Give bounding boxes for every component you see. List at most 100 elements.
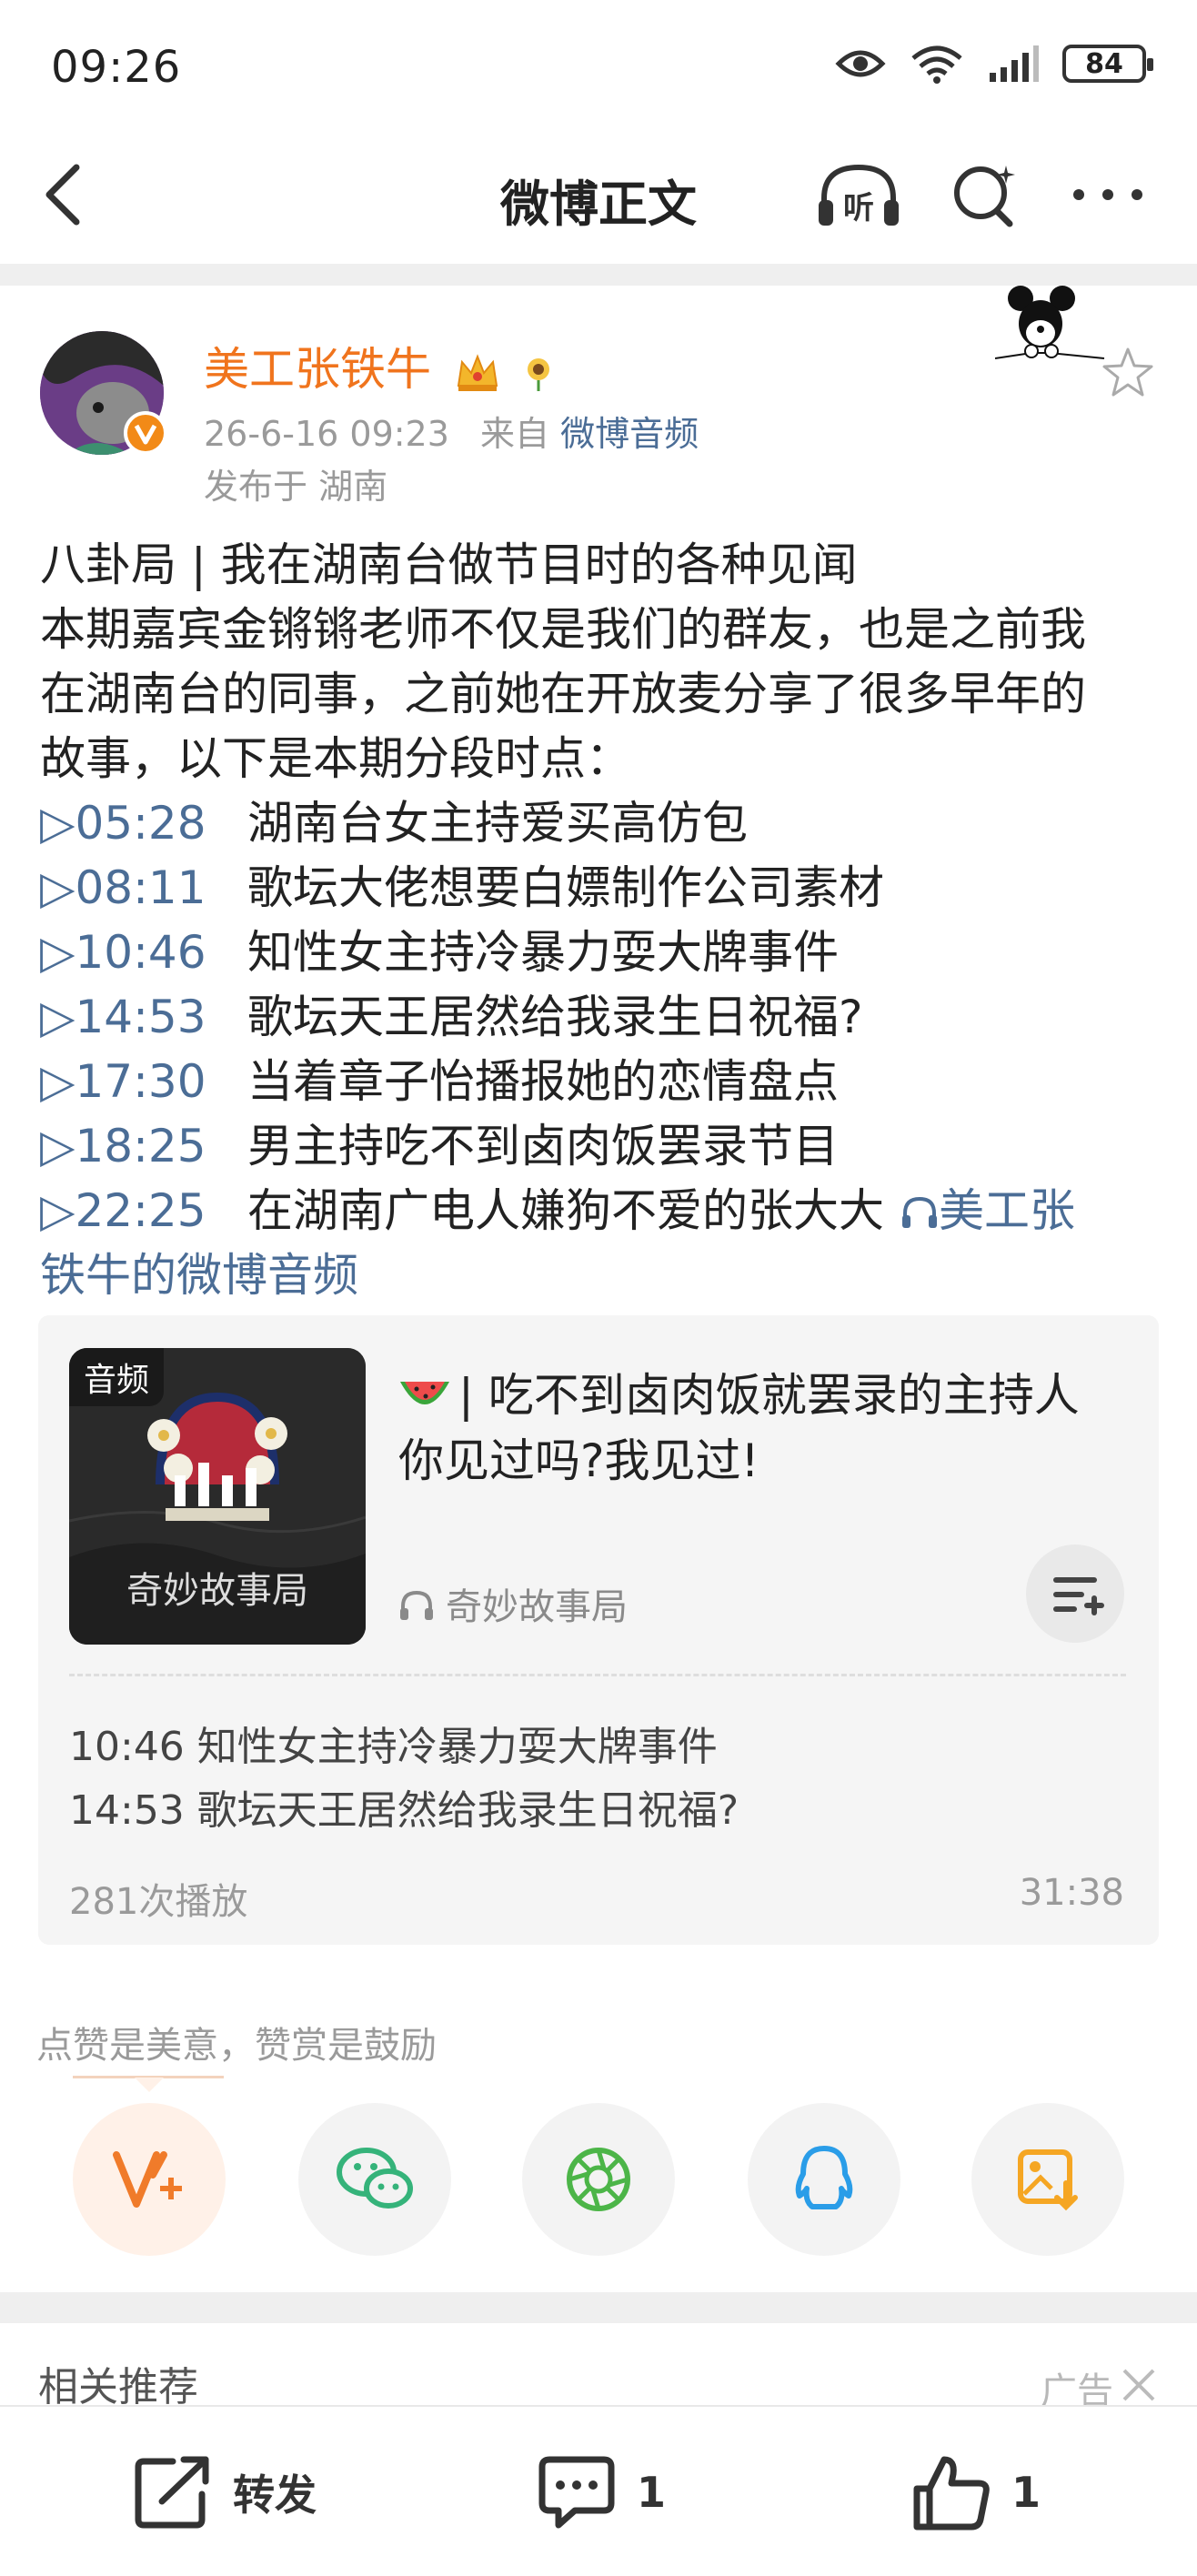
add-to-playlist-button[interactable]	[1026, 1545, 1124, 1643]
like-icon	[913, 2456, 990, 2531]
chapter-item[interactable]: 14:53 歌坛天王居然给我录生日祝福?	[69, 1777, 739, 1836]
timestamp-text: 歌坛大佬想要白嫖制作公司素材	[247, 861, 884, 914]
mickey-sticker-icon	[994, 284, 1112, 366]
audio-link-cont[interactable]: 铁牛的微博音频	[40, 1243, 1157, 1308]
post-body: 八卦局 | 我在湖南台做节目时的各种见闻 本期嘉宾金锵锵老师不仅是我们的群友，也…	[40, 533, 1157, 1308]
listen-icon: 听	[819, 164, 899, 226]
comment-button[interactable]: 1	[537, 2452, 666, 2532]
sunflower-icon	[527, 357, 549, 391]
close-icon	[1122, 2369, 1155, 2401]
wifi-icon	[911, 45, 962, 84]
back-icon	[45, 164, 80, 226]
timestamp-text: 男主持吃不到卤肉饭罢录节目	[247, 1120, 839, 1172]
qq-icon	[795, 2146, 853, 2209]
repost-label: 转发	[233, 2470, 317, 2520]
timestamp-row: ▷14:53 歌坛天王居然给我录生日祝福?	[40, 985, 1157, 1050]
more-button[interactable]	[1070, 178, 1146, 211]
reward-button[interactable]	[73, 2103, 226, 2256]
timestamp-link[interactable]: ▷14:53	[40, 985, 231, 1050]
source-link[interactable]: 微博音频	[560, 414, 699, 454]
section-divider	[0, 2292, 1197, 2323]
post-text-line: 本期嘉宾金锵锵老师不仅是我们的群友，也是之前我	[40, 603, 1086, 656]
share-moments-button[interactable]	[522, 2103, 675, 2256]
save-image-button[interactable]	[971, 2103, 1124, 2256]
share-wechat-button[interactable]	[298, 2103, 451, 2256]
audio-channel[interactable]: 奇妙故事局	[398, 1577, 628, 1630]
search-button[interactable]	[950, 160, 1019, 229]
headphone-icon	[902, 1196, 937, 1228]
play-count: 281次播放	[69, 1881, 248, 1923]
chapter-item[interactable]: 10:46 知性女主持冷暴力耍大牌事件	[69, 1714, 718, 1772]
more-icon	[1073, 189, 1142, 200]
author-name-text: 美工张铁牛	[204, 343, 431, 396]
watermelon-icon	[400, 1382, 449, 1404]
status-icons: 84	[835, 44, 1153, 84]
audio-title[interactable]: | 吃不到卤肉饭就罢录的主持人 你见过吗?我见过!	[398, 1363, 1126, 1494]
timestamp-text: 湖南台女主持爱买高仿包	[247, 797, 748, 850]
post-time: 26-6-16 09:23	[204, 414, 449, 454]
timestamp-row: ▷18:25 男主持吃不到卤肉饭罢录节目	[40, 1114, 1157, 1179]
reward-icon	[113, 2151, 182, 2208]
timestamp-text: 在湖南广电人嫌狗不爱的张大大	[247, 1184, 884, 1237]
audio-title-line2: 你见过吗?我见过!	[398, 1434, 759, 1487]
star-icon	[1102, 347, 1153, 397]
timestamp-text: 当着章子怡播报她的恋情盘点	[247, 1055, 839, 1108]
playlist-add-icon	[1053, 1577, 1104, 1615]
listen-button[interactable]: 听	[815, 160, 902, 229]
verified-badge-icon	[124, 411, 167, 455]
nav-divider	[0, 264, 1197, 286]
cover-title: 奇妙故事局	[126, 1570, 308, 1612]
post-location: 发布于 湖南	[204, 467, 388, 507]
reward-text: 点赞是美意，赞赏是鼓励	[36, 2025, 437, 2067]
timestamp-row: ▷22:25 在湖南广电人嫌狗不爱的张大大 美工张	[40, 1179, 1157, 1243]
eye-icon	[835, 50, 886, 77]
timestamp-link[interactable]: ▷18:25	[40, 1114, 231, 1179]
related-title: 相关推荐	[38, 2364, 198, 2410]
card-divider	[69, 1674, 1126, 1676]
timestamp-link[interactable]: ▷17:30	[40, 1050, 231, 1114]
post-meta: 26-6-16 09:23 来自 微博音频	[204, 406, 699, 456]
timestamp-link[interactable]: ▷10:46	[40, 921, 231, 985]
like-count: 1	[1011, 2468, 1041, 2517]
battery-indicator: 84	[1062, 45, 1153, 83]
post-text-line: 在湖南台的同事，之前她在开放麦分享了很多早年的	[40, 668, 1086, 720]
wechat-icon	[337, 2148, 413, 2209]
audio-channel-name: 奇妙故事局	[446, 1586, 628, 1628]
repost-button[interactable]: 转发	[133, 2452, 317, 2532]
post-text-line: 八卦局 | 我在湖南台做节目时的各种见闻	[40, 538, 858, 591]
ad-close-button[interactable]	[1119, 2365, 1159, 2405]
audio-tag: 音频	[69, 1348, 165, 1406]
crown-icon	[457, 353, 498, 391]
timestamp-row: ▷05:28 湖南台女主持爱买高仿包	[40, 791, 1157, 856]
reward-caret	[135, 2078, 164, 2092]
signal-icon	[990, 45, 1039, 82]
share-qq-button[interactable]	[748, 2103, 900, 2256]
audio-link-text: 美工张	[939, 1184, 1075, 1237]
timestamp-row: ▷17:30 当着章子怡播报她的恋情盘点	[40, 1050, 1157, 1114]
timestamp-link[interactable]: ▷05:28	[40, 791, 231, 856]
timestamp-link[interactable]: ▷22:25	[40, 1179, 231, 1243]
comment-count: 1	[637, 2468, 667, 2517]
moments-icon	[567, 2148, 630, 2211]
timestamp-row: ▷10:46 知性女主持冷暴力耍大牌事件	[40, 921, 1157, 985]
post-text-line: 故事，以下是本期分段时点：	[40, 732, 631, 785]
repost-icon	[135, 2456, 209, 2529]
back-button[interactable]	[40, 160, 91, 229]
audio-link[interactable]: 美工张	[884, 1184, 1075, 1237]
author-name[interactable]: 美工张铁牛	[204, 333, 557, 398]
audio-duration: 31:38	[1019, 1872, 1124, 1914]
search-icon	[954, 166, 1015, 227]
source-prefix: 来自	[480, 414, 550, 454]
save-image-icon	[1018, 2149, 1078, 2211]
headphone-icon	[400, 1590, 433, 1620]
timestamp-text: 知性女主持冷暴力耍大牌事件	[247, 926, 839, 979]
timestamp-link[interactable]: ▷08:11	[40, 856, 231, 921]
listen-label: 听	[843, 190, 874, 226]
audio-title-line1: | 吃不到卤肉饭就罢录的主持人	[458, 1369, 1080, 1422]
status-time: 09:26	[51, 42, 182, 93]
timestamp-text: 歌坛天王居然给我录生日祝福?	[247, 991, 863, 1043]
comment-icon	[538, 2456, 615, 2529]
timestamp-row: ▷08:11 歌坛大佬想要白嫖制作公司素材	[40, 856, 1157, 921]
like-button[interactable]: 1	[911, 2452, 1041, 2532]
favorite-button[interactable]	[1101, 346, 1155, 400]
